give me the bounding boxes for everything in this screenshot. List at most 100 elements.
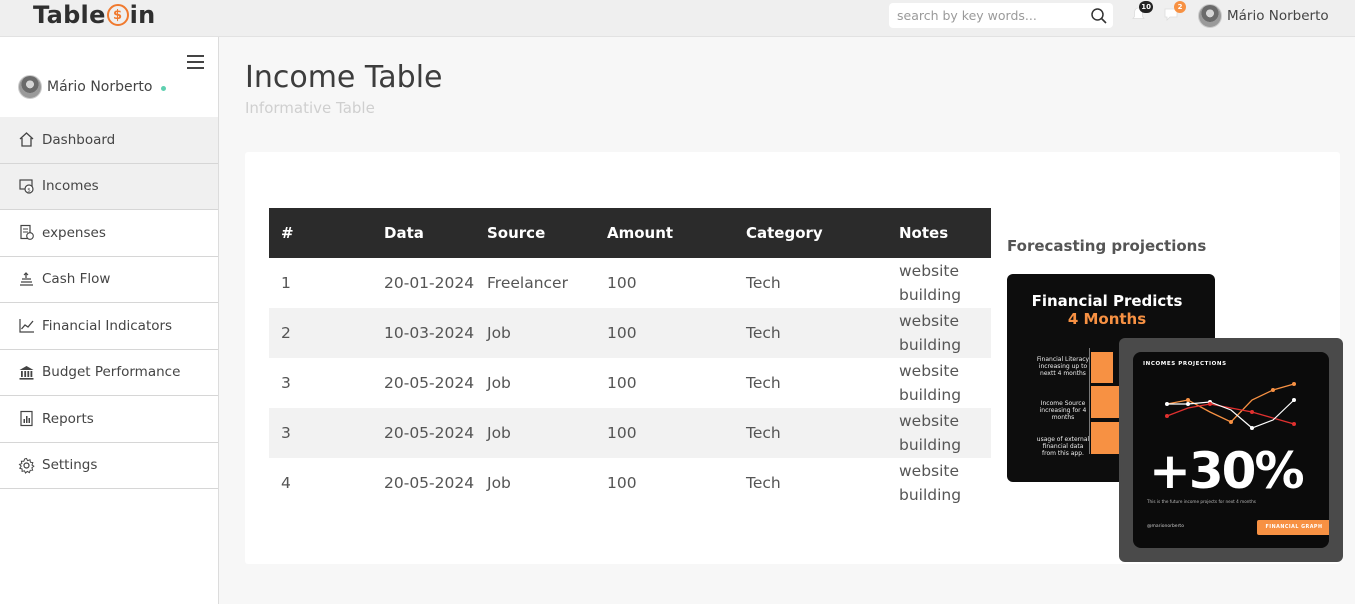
bank-icon — [17, 363, 35, 381]
cell-date: 20-05-2024 — [384, 474, 475, 492]
user-name: Mário Norberto — [1227, 8, 1329, 24]
sidebar-item-cash-flow[interactable]: Cash Flow — [0, 257, 218, 303]
avatar — [1198, 4, 1222, 28]
cell-date: 20-05-2024 — [384, 374, 475, 392]
hamburger-menu-icon[interactable] — [187, 55, 204, 73]
predicts-note: usage of external financial data from th… — [1036, 436, 1090, 457]
sidebar-item-settings[interactable]: Settings — [0, 443, 218, 489]
cell-number: 3 — [281, 374, 291, 392]
cell-source: Job — [487, 374, 511, 392]
forecast-title: Forecasting projections — [1007, 237, 1207, 255]
column-header-notes[interactable]: Notes — [887, 208, 991, 258]
cell-source: Job — [487, 474, 511, 492]
cell-amount: 100 — [607, 274, 637, 292]
home-icon — [17, 131, 35, 149]
app-logo[interactable]: Table $ in — [33, 1, 156, 29]
coin-logo-icon: $ — [106, 4, 129, 26]
cell-number: 2 — [281, 324, 291, 342]
column-header-number[interactable]: # — [269, 208, 372, 258]
cell-number: 1 — [281, 274, 291, 292]
cell-category: Tech — [746, 374, 781, 392]
search-input[interactable] — [889, 3, 1079, 28]
incomes-projections-poster: INCOMES PROJECTIONS +30% This is the fut… — [1133, 352, 1329, 548]
cell-category: Tech — [746, 474, 781, 492]
messages-badge: 2 — [1174, 1, 1186, 13]
projections-line-graph — [1165, 382, 1296, 430]
svg-text:$: $ — [27, 187, 31, 193]
predicts-bar — [1091, 352, 1113, 383]
sidebar-item-label: Dashboard — [42, 131, 116, 148]
sidebar-user-name: Mário Norberto — [47, 79, 153, 95]
sidebar-avatar — [18, 75, 42, 99]
sidebar-item-budget-performance[interactable]: Budget Performance — [0, 350, 218, 396]
predicts-bar — [1091, 386, 1119, 418]
notifications-button[interactable]: 10 — [1131, 1, 1153, 26]
chart-line-icon — [17, 317, 35, 335]
column-header-category[interactable]: Category — [734, 208, 887, 258]
cash-flow-icon — [17, 270, 35, 288]
sidebar-item-label: Settings — [42, 457, 98, 474]
income-icon: $ — [17, 177, 35, 195]
sidebar-item-label: expenses — [42, 224, 106, 241]
cell-notes: website building — [899, 262, 962, 304]
cell-date: 20-05-2024 — [384, 424, 475, 442]
sidebar-item-expenses[interactable]: expenses — [0, 210, 218, 257]
cell-notes: website building — [899, 412, 962, 454]
sidebar-item-label: Reports — [42, 410, 94, 427]
cell-amount: 100 — [607, 324, 637, 342]
cell-source: Freelancer — [487, 274, 568, 292]
financial-graph-button: FINANCIAL GRAPH — [1257, 520, 1329, 535]
sidebar-item-label: Financial Indicators — [42, 317, 173, 334]
gear-icon — [17, 456, 35, 474]
cell-amount: 100 — [607, 474, 637, 492]
messages-button[interactable]: 2 — [1163, 1, 1186, 26]
table-row[interactable]: 1 20-01-2024 Freelancer 100 Tech website… — [269, 258, 991, 308]
sidebar-item-label: Budget Performance — [42, 364, 181, 381]
predicts-heading: Financial Predicts — [1031, 292, 1183, 310]
cell-source: Job — [487, 324, 511, 342]
table-header-row: # Data Source Amount Category Notes — [269, 208, 991, 258]
table-row[interactable]: 3 20-05-2024 Job 100 Tech website buildi… — [269, 358, 991, 408]
table-row[interactable]: 2 10-03-2024 Job 100 Tech website buildi… — [269, 308, 991, 358]
incomes-projections-image[interactable]: INCOMES PROJECTIONS +30% This is the fut… — [1119, 338, 1343, 562]
cell-category: Tech — [746, 324, 781, 342]
predicts-axis — [1089, 348, 1090, 454]
page-subtitle: Informative Table — [245, 99, 375, 117]
online-status-dot — [161, 85, 167, 91]
predicts-heading-months: 4 Months — [1067, 310, 1147, 328]
sidebar-user: Mário Norberto — [18, 75, 167, 99]
cell-source: Job — [487, 424, 511, 442]
projections-caption: This is the future income projects for n… — [1147, 499, 1256, 504]
cell-amount: 100 — [607, 424, 637, 442]
sidebar-item-reports[interactable]: Reports — [0, 396, 218, 443]
search-icon[interactable] — [1090, 7, 1108, 25]
cell-date: 20-01-2024 — [384, 274, 475, 292]
cell-notes: website building — [899, 362, 962, 404]
user-menu[interactable]: Mário Norberto — [1198, 4, 1329, 28]
expenses-icon — [17, 224, 35, 242]
report-icon — [17, 410, 35, 428]
projections-percentage: +30% — [1149, 442, 1305, 500]
sidebar-item-dashboard[interactable]: Dashboard — [0, 117, 218, 164]
cell-number: 4 — [281, 474, 291, 492]
page-title: Income Table — [245, 60, 443, 95]
table-row[interactable]: 3 20-05-2024 Job 100 Tech website buildi… — [269, 408, 991, 458]
column-header-source[interactable]: Source — [475, 208, 595, 258]
sidebar-item-financial-indicators[interactable]: Financial Indicators — [0, 303, 218, 350]
column-header-data[interactable]: Data — [372, 208, 475, 258]
sidebar-item-incomes[interactable]: $ Incomes — [0, 163, 218, 210]
predicts-bar — [1091, 422, 1121, 454]
table-row[interactable]: 4 20-05-2024 Job 100 Tech website buildi… — [269, 458, 991, 508]
author-handle: @marionorberto — [1147, 524, 1184, 529]
cell-notes: website building — [899, 462, 962, 504]
cell-category: Tech — [746, 424, 781, 442]
predicts-note: Financial Literacy increasing up to next… — [1036, 356, 1090, 377]
cell-amount: 100 — [607, 374, 637, 392]
sidebar-menu: Dashboard $ Incomes expenses Cash Flow F… — [0, 117, 218, 489]
column-header-amount[interactable]: Amount — [595, 208, 734, 258]
search-box — [889, 3, 1113, 28]
logo-text-end: in — [129, 1, 156, 29]
income-table: # Data Source Amount Category Notes 1 20… — [269, 208, 991, 508]
sidebar: Mário Norberto Dashboard $ Incomes expen… — [0, 37, 219, 604]
cell-notes: website building — [899, 312, 962, 354]
